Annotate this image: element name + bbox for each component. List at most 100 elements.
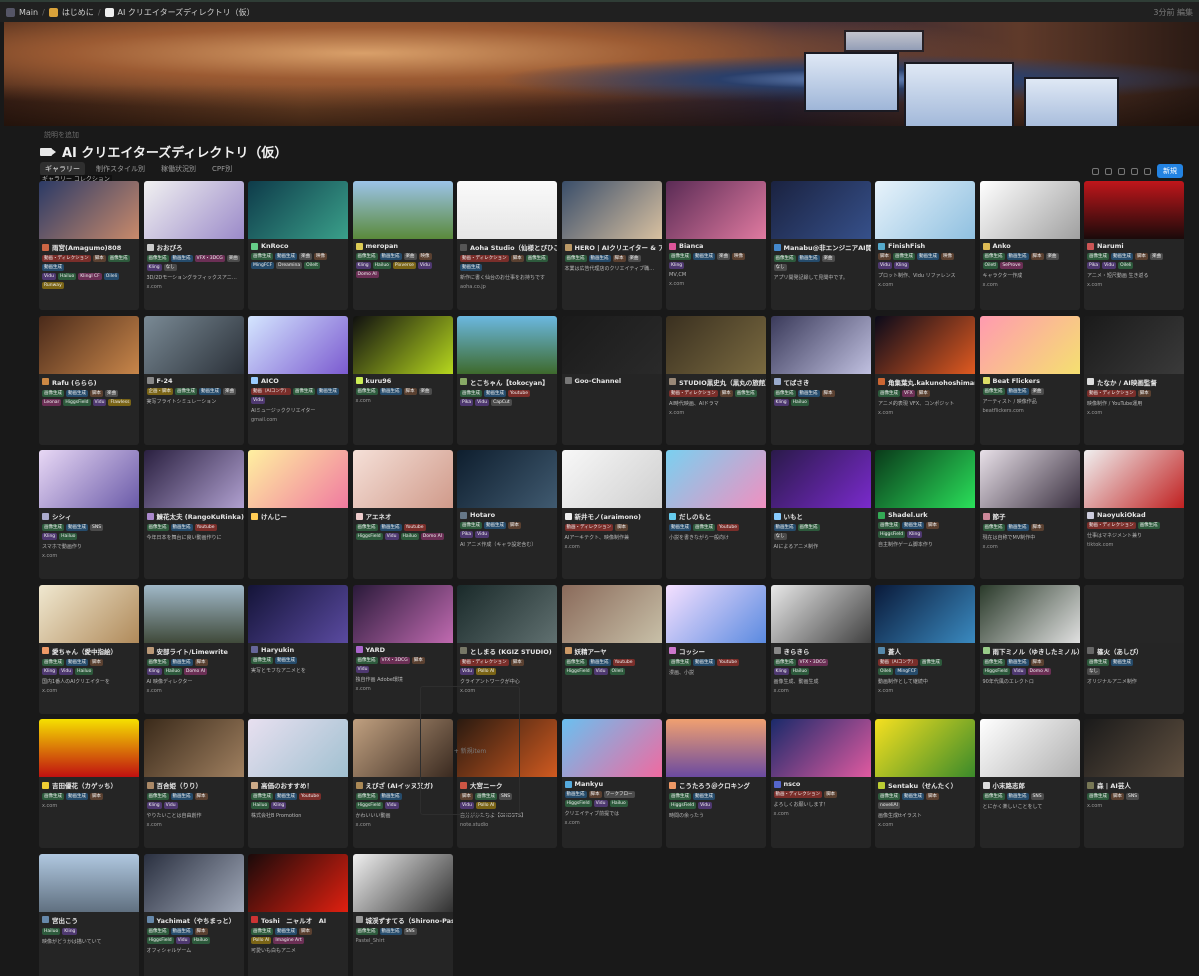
gallery-card[interactable]: Mankyu 動画生成 脚本 ワークフロー HiggsField Vidu Hailuo クリ… (561, 719, 662, 848)
gallery-card[interactable]: STUDIO黒史丸（黒丸の旅館） 動画・ディレクション 脚本 画像生成 AI時代映画、A… (666, 315, 766, 445)
card-link[interactable]: x.com (39, 800, 139, 809)
gallery-card[interactable]: FinishFish 脚本 画像生成 動画生成 映像 Vidu Kling プロット制作、Vi… (875, 181, 975, 310)
tab-by-cpf[interactable]: CPF別 (207, 162, 237, 176)
card-link[interactable]: x.com (1084, 407, 1184, 416)
card-link[interactable]: tiktok.com (1084, 539, 1184, 548)
gallery-card[interactable]: 雨宮(Amagumo)808 動画・ディレクション 脚本 画像生成 動画生成 Vidu Ha… (39, 181, 139, 310)
gallery-card[interactable]: たなか / AI映画監督 動画・ディレクション 脚本 映像制作 / YouTube運用… (1084, 315, 1184, 445)
breadcrumb-item-main[interactable]: Main (19, 8, 38, 17)
gallery-card[interactable]: 愛ちゃん（愛中指絵） 画像生成 動画生成 脚本 Kling Vidu Hailuo 国内1番人… (39, 584, 139, 714)
new-button[interactable]: 新規 (1157, 164, 1183, 178)
card-link[interactable]: x.com (875, 407, 975, 416)
card-link[interactable]: x.com (39, 685, 139, 694)
gallery-card[interactable]: コッシー 画像生成 動画生成 Youtube 漫画、小説 (666, 584, 766, 714)
gallery-card[interactable]: Rafu (ららら) 画像生成 動画生成 脚本 楽曲 Leonar HiggsField Vi… (39, 315, 139, 445)
tab-by-style[interactable]: 制作スタイル別 (91, 162, 150, 176)
gallery-card[interactable]: 雨下ミノル（ゆきしたミノル） 画像生成 動画生成 脚本 HiggsField Vidu Do… (979, 584, 1080, 714)
gallery-card[interactable]: Sentaku（せんたく） 画像生成 動画生成 脚本 noveliAI 画像生成ttイラス… (875, 719, 975, 848)
gallery-card[interactable]: けんじー (248, 450, 348, 579)
gallery-card[interactable]: 妖精アーヤ 画像生成 動画生成 Youtube HiggsField Vidu Oileli (561, 584, 662, 714)
gallery-card[interactable]: HERO | AIクリエイター & アートディレクター画像生成動画生成脚本楽曲本… (561, 181, 662, 310)
gallery-card[interactable]: Manabu@非エンジニアAI開発記画像生成動画生成楽曲なしアプリ開発記録して見… (770, 181, 871, 310)
card-link[interactable]: x.com (353, 395, 453, 404)
gallery-card[interactable]: Hotaro 画像生成 動画生成 脚本 Pika Vidu AI アニメ作成（キャラ設定含む… (457, 450, 557, 579)
gallery-card[interactable]: Narumi 画像生成 動画生成 脚本 楽曲 Pika Vidu Oileli アニメ・短尺動画… (1084, 181, 1184, 310)
automation-icon[interactable] (1118, 167, 1125, 175)
card-link[interactable]: x.com (666, 278, 766, 287)
card-link[interactable]: x.com (144, 819, 244, 828)
add-description-link[interactable]: 説明を追加 (44, 130, 79, 140)
sort-icon[interactable] (1105, 167, 1112, 175)
card-link[interactable]: x.com (562, 817, 662, 826)
gallery-card[interactable]: 節子 画像生成 動画生成 脚本 現在は自称でMV制作中 x.com (979, 450, 1080, 579)
gallery-card[interactable]: てばさき 画像生成 動画生成 脚本 Kling Hailuo (770, 315, 871, 445)
gallery-card[interactable]: nsco 動画・ディレクション 脚本 よろしくお願いします！ x.com (770, 719, 871, 848)
card-link[interactable]: gmail.com (248, 414, 348, 423)
gallery-card[interactable]: 蒼人 動画（AIコンテ） 画像生成 Oileli MingFCF 動画制作として継続中 x.… (875, 584, 975, 714)
card-link[interactable]: x.com (353, 819, 453, 828)
card-link[interactable]: x.com (39, 550, 139, 559)
gallery-card[interactable]: シシィ 画像生成 動画生成 SNS Kling Hailuo スマホで動画作り x.com (39, 450, 139, 579)
gallery-card[interactable]: meropan 画像生成 動画生成 楽曲 映像 Kling Hailuo Pixverse Vi… (352, 181, 453, 310)
gallery-card[interactable]: 新井モノ(araimono) 動画・ディレクション 脚本 AIアーキテクト、映像制作兼… (561, 450, 662, 579)
gallery-card[interactable]: こうたろう＠クロキング 画像生成 動画生成 HiggsField Vidu 時間の余ったう (666, 719, 766, 848)
breadcrumb-item-intro[interactable]: はじめに (62, 7, 94, 18)
gallery-card[interactable]: Yachimat（やちまっと） 画像生成 動画生成 脚本 HiggsField Vidu H… (143, 853, 244, 976)
card-link[interactable]: aoha.co.jp (457, 281, 557, 290)
gallery-card[interactable]: Beat Flickers 画像生成 動画生成 楽曲 アーティスト / 映像作品 beat… (979, 315, 1080, 445)
card-link[interactable]: x.com (875, 279, 975, 288)
card-link[interactable]: x.com (144, 281, 244, 290)
gallery-card[interactable]: いもと 動画生成 画像生成 なし AIによるアニメ制作 (770, 450, 871, 579)
gallery-card[interactable]: Shadel.urk 画像生成 動画生成 脚本 HiggsField Kling 自主制作ゲ… (875, 450, 975, 579)
card-link[interactable]: x.com (1084, 800, 1184, 809)
card-link[interactable]: x.com (666, 407, 766, 416)
gallery-card[interactable]: 森 | AI芸人 画像生成 脚本 SNS x.com (1084, 719, 1184, 848)
gallery-card[interactable]: Haryukin 画像生成 動画生成 実写とモフなアニメとを (248, 584, 348, 714)
gallery-card[interactable]: 高価のおすすめ！ 画像生成 動画生成 Youtube Hailuo Kling 株式会社B … (248, 719, 348, 848)
gallery-card[interactable]: Bianca 画像生成 動画生成 楽曲 映像 Kling MV,CM x.com (666, 181, 766, 310)
card-link[interactable]: x.com (1084, 279, 1184, 288)
search-icon[interactable] (1131, 167, 1138, 175)
gallery-card[interactable]: 篠火（あしび） 画像生成 動画生成 なし オリジナルアニメ制作 (1084, 584, 1184, 714)
gallery-card[interactable]: kuru96 画像生成 動画生成 脚本 楽曲 x.com (352, 315, 453, 445)
card-link[interactable]: x.com (875, 819, 975, 828)
gallery-card[interactable]: Toshi ニャルオ AI 画像生成 動画生成 脚本 Pollo AI Imagine A… (248, 853, 348, 976)
card-link[interactable]: beatflickers.com (980, 405, 1080, 414)
gallery-card[interactable]: だしのもと 動画生成 画像生成 Youtube 小説を書きながら一般向け (666, 450, 766, 579)
gallery-card[interactable]: 角集葉丸.kakunohoshimaru 画像生成 VFX 脚本 アニメ的表現 VFX、… (875, 315, 975, 445)
gallery-card[interactable]: 百合姫（りり） 画像生成 動画生成 脚本 Kling Vidu やりたいことは自由創作 x.c… (143, 719, 244, 848)
filter-icon[interactable] (1092, 167, 1099, 175)
card-link[interactable]: Pastel_Shirt (353, 935, 453, 944)
card-link[interactable]: x.com (771, 685, 871, 694)
gallery-card[interactable]: きらきら 画像生成 VFX・3DCG Kling Hailuo 画像生成、動画生成 x.co… (770, 584, 871, 714)
card-link[interactable]: x.com (980, 279, 1080, 288)
card-name: F-24 (156, 376, 173, 385)
gallery-card[interactable]: Anko 画像生成 動画生成 脚本 楽曲 Oiletl SeProve キャラクター作成 x.c… (979, 181, 1080, 310)
gallery-card[interactable]: AICO 動画（AIコンテ） 画像生成 動画生成 Vidu AIミュージッククリエイター g… (248, 315, 348, 445)
new-item-card[interactable]: + 新規item (420, 686, 520, 815)
tab-gallery[interactable]: ギャラリー (40, 162, 85, 176)
gallery-card[interactable]: おおびろ 画像生成 動画生成 VFX・3DCG 楽曲 Kling なし 3D/2Dモーショング… (143, 181, 244, 310)
gallery-card[interactable]: Aoha Studio（仙様とびひご一緒したいです！）動画・ディレクション脚本画… (457, 181, 557, 310)
breadcrumb-item-directory[interactable]: AI クリエイターズディレクトリ（仮） (118, 7, 255, 18)
gallery-card[interactable]: 小末路志郎 画像生成 動画生成 SNS とにかく楽しいことをして (979, 719, 1080, 848)
gallery-card[interactable]: アエネオ 画像生成 動画生成 Youtube HiggsField Vidu Hailuo D… (352, 450, 453, 579)
card-link[interactable]: x.com (144, 685, 244, 694)
gallery-card[interactable]: 安部ライト/Limewrite 画像生成 動画生成 脚本 Kling Hailuo Domo… (143, 584, 244, 714)
tab-by-status[interactable]: 稼働状況別 (156, 162, 201, 176)
gallery-card[interactable]: 宮出こう Hailuo Kling 映像がどうかは描いていて (39, 853, 139, 976)
card-link[interactable]: note.studio (457, 819, 557, 828)
card-link[interactable]: x.com (875, 685, 975, 694)
card-link[interactable]: x.com (980, 541, 1080, 550)
gallery-card[interactable]: KnRoco 画像生成 動画生成 楽曲 映像 MingFCF Dreamina Oilelt (248, 181, 348, 310)
gallery-card[interactable]: F-24 企画・脚本 画像生成 動画生成 楽曲 実写フライトシミュレーション (143, 315, 244, 445)
settings-icon[interactable] (1144, 167, 1151, 175)
card-link[interactable]: x.com (562, 541, 662, 550)
gallery-card[interactable]: 城渓ずすてる（Shirono-Pastel）画像生成動画生成SNSPastel_… (352, 853, 453, 976)
gallery-card[interactable]: Goo-Channel (561, 315, 662, 445)
gallery-card[interactable]: とこちゃん【tokocyan】 画像生成 動画生成 Youtube Pika Vidu Ca… (457, 315, 557, 445)
gallery-card[interactable]: 吉田優花（カゲッち） 画像生成 動画生成 脚本 x.com (39, 719, 139, 848)
gallery-card[interactable]: 鰊花太夫 (RangoKuRinka) 画像生成 動画生成 Youtube 今年日本を舞… (143, 450, 244, 579)
card-link[interactable]: x.com (771, 808, 871, 817)
gallery-card[interactable]: NaoyukiOkad 動画・ディレクション 画像生成 仕事はマネジメント兼り tikt… (1084, 450, 1184, 579)
